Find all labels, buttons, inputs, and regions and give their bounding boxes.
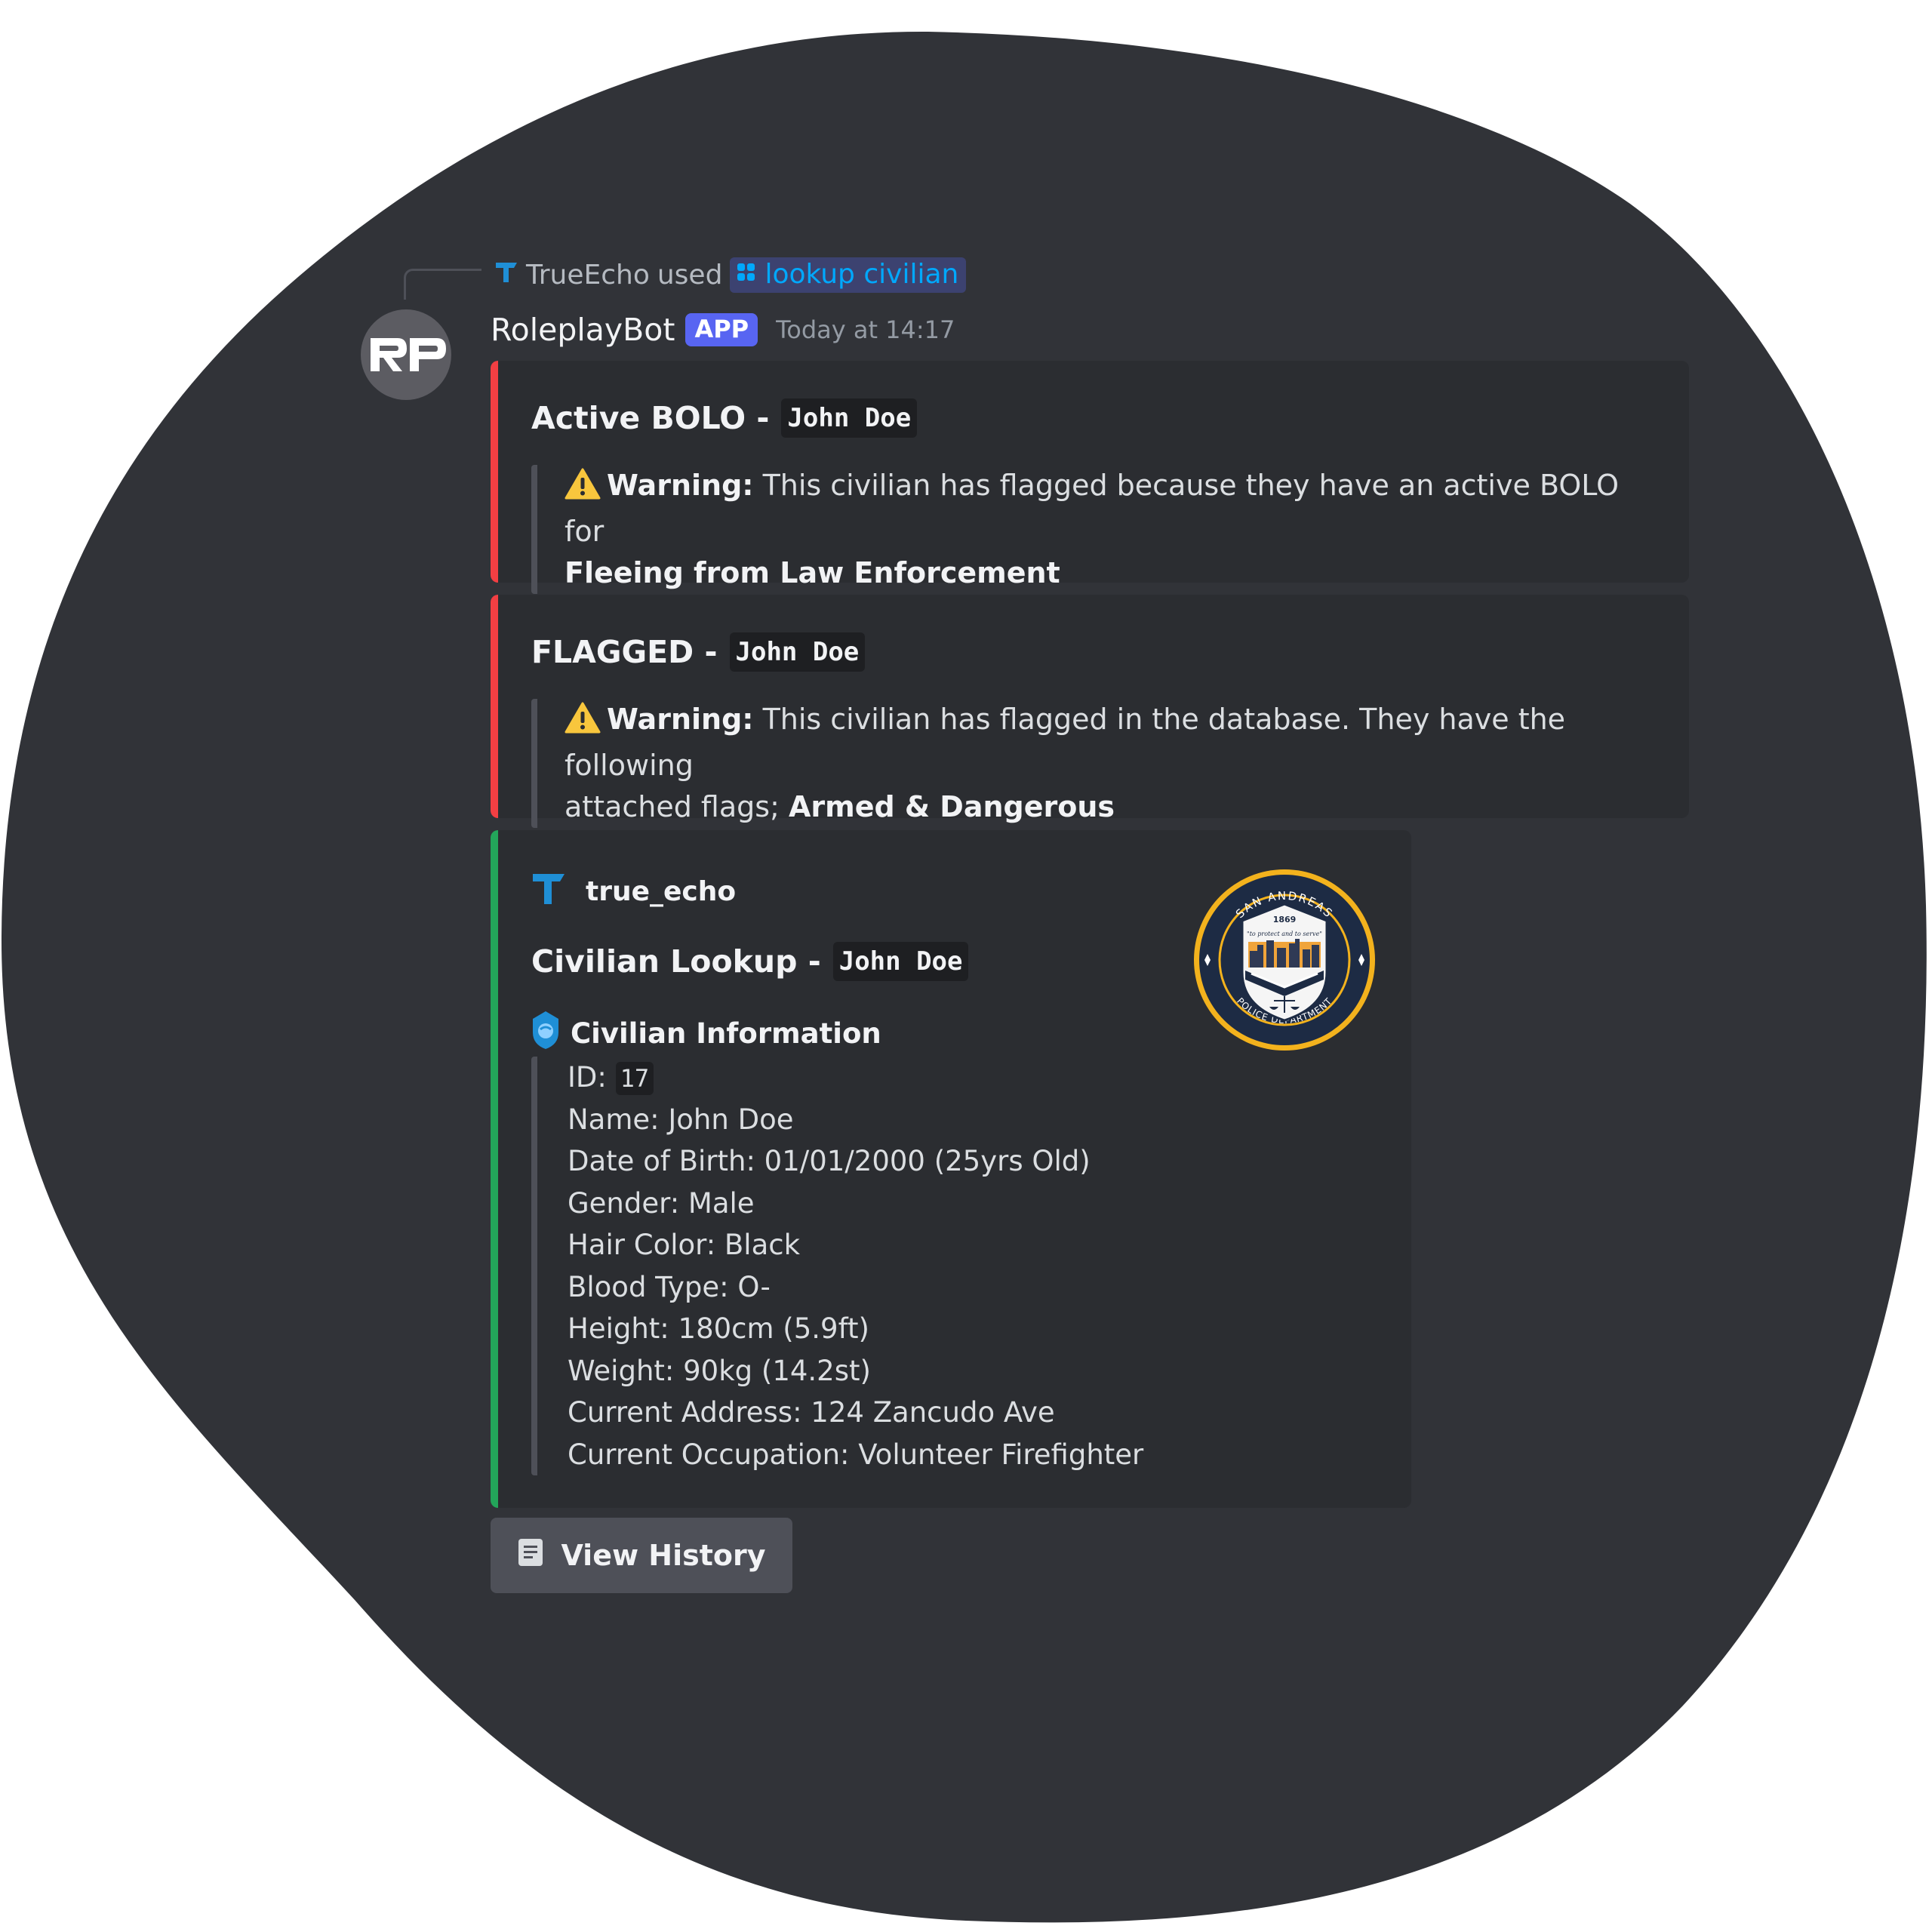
detail-line: Gender: Male: [568, 1186, 755, 1220]
view-history-button[interactable]: View History: [491, 1518, 792, 1593]
embed-title: FLAGGED - John Doe: [531, 632, 866, 672]
detail-line: Current Address: 124 Zancudo Ave: [568, 1396, 1055, 1429]
detail-line: Current Occupation: Volunteer Firefighte…: [568, 1438, 1144, 1471]
police-seal-image: SAN ANDREAS POLICE DEPARTMENT 1869 "to p…: [1194, 869, 1375, 1051]
page: TrueEcho used lookup civilian RoleplayBo…: [0, 0, 1932, 1932]
warning-flags: Armed & Dangerous: [788, 790, 1115, 823]
embed-title: Civilian Lookup - John Doe: [531, 942, 969, 981]
embed-civilian-lookup: true_echo Civilian Lookup - John Doe Civ…: [491, 830, 1411, 1508]
detail-line: Height: 180cm (5.9ft): [568, 1312, 869, 1345]
detail-line: Date of Birth: 01/01/2000 (25yrs Old): [568, 1145, 1091, 1177]
warning-icon: [565, 702, 601, 745]
civilian-details: ID: 17 Name: John Doe Date of Birth: 01/0…: [531, 1057, 1143, 1475]
bot-username[interactable]: RoleplayBot: [491, 312, 675, 348]
warning-label: Warning:: [607, 469, 754, 502]
embed-title-text: Active BOLO -: [531, 400, 770, 436]
embed-author-name: true_echo: [586, 876, 737, 907]
seal-year: 1869: [1273, 915, 1297, 924]
bot-avatar[interactable]: [361, 309, 451, 400]
embed-active-bolo: Active BOLO - John Doe Warning: This civ…: [491, 361, 1689, 594]
embed-flagged: FLAGGED - John Doe Warning: This civilia…: [491, 595, 1689, 828]
trueecho-icon: [494, 260, 518, 291]
reply-connector: [404, 269, 481, 300]
warning-label: Warning:: [607, 703, 754, 736]
warning-icon: [565, 468, 601, 511]
field-name-text: Civilian Information: [571, 1017, 881, 1050]
field-name: Civilian Information: [531, 1010, 881, 1057]
slash-command-icon: [736, 259, 757, 290]
embed-title-text: Civilian Lookup -: [531, 943, 821, 980]
warning-quote: Warning: This civilian has flagged becau…: [531, 465, 1644, 594]
command-name: lookup civilian: [764, 258, 959, 290]
embed-title-code: John Doe: [729, 632, 866, 672]
police-badge-icon: [531, 1010, 560, 1057]
id-value: 17: [615, 1062, 654, 1095]
embed-title-code: John Doe: [781, 398, 918, 438]
embed-title: Active BOLO - John Doe: [531, 398, 918, 438]
warning-quote: Warning: This civilian has flagged in th…: [531, 699, 1644, 828]
seal-motto: "to protect and to serve": [1247, 931, 1322, 937]
embed-title-code: John Doe: [832, 942, 969, 981]
reply-context[interactable]: TrueEcho used lookup civilian: [494, 254, 967, 296]
reply-verb: used: [657, 259, 723, 291]
id-label: ID:: [568, 1061, 616, 1094]
message-timestamp: Today at 14:17: [776, 315, 955, 344]
view-history-label: View History: [561, 1539, 766, 1572]
detail-id: ID: 17: [568, 1057, 1143, 1099]
detail-line: Blood Type: O-: [568, 1270, 771, 1303]
detail-line: Name: John Doe: [568, 1103, 794, 1136]
command-mention[interactable]: lookup civilian: [730, 257, 967, 293]
detail-line: Weight: 90kg (14.2st): [568, 1354, 871, 1387]
rp-logo-icon: [371, 338, 446, 371]
true-echo-icon: [531, 871, 566, 912]
warning-reason: Fleeing from Law Enforcement: [565, 556, 1060, 589]
warning-text-2: attached flags;: [565, 790, 789, 823]
app-badge: APP: [685, 313, 758, 346]
detail-line: Hair Color: Black: [568, 1229, 801, 1261]
embed-author[interactable]: true_echo: [531, 871, 736, 912]
document-icon: [517, 1537, 544, 1574]
reply-username[interactable]: TrueEcho: [526, 260, 650, 291]
message-header: RoleplayBot APP Today at 14:17: [491, 306, 955, 354]
embed-title-text: FLAGGED -: [531, 634, 718, 670]
